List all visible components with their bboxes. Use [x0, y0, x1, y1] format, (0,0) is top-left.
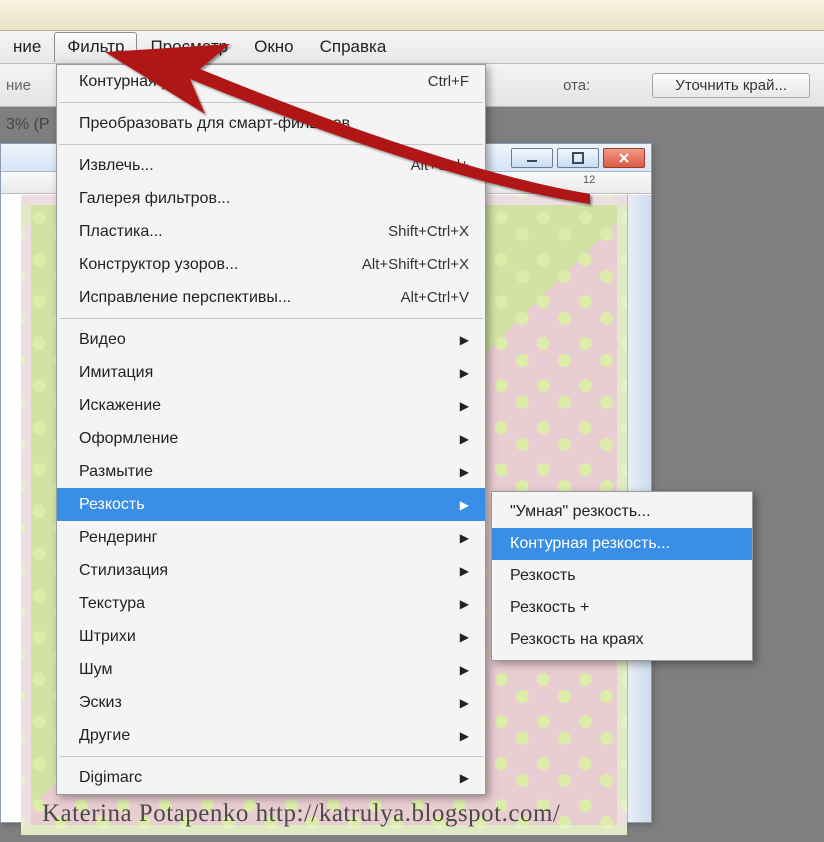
close-icon [618, 152, 630, 164]
menu-label: Digimarc [79, 769, 142, 787]
submenu-arrow-icon: ▶ [460, 465, 469, 479]
menu-shortcut: Shift+Ctrl+X [388, 223, 469, 240]
menu-item-other[interactable]: Другие ▶ [57, 719, 485, 752]
menu-label: Видео [79, 331, 126, 349]
minimize-button[interactable] [511, 148, 553, 168]
menu-item-blur[interactable]: Размытие ▶ [57, 455, 485, 488]
submenu-arrow-icon: ▶ [460, 333, 469, 347]
submenu-arrow-icon: ▶ [460, 696, 469, 710]
menu-item-sharpen[interactable]: Резкость ▶ [57, 488, 485, 521]
menu-label: Искажение [79, 397, 161, 415]
menu-item-liquify[interactable]: Пластика... Shift+Ctrl+X [57, 215, 485, 248]
menu-label: Исправление перспективы... [79, 289, 291, 307]
menu-item-digimarc[interactable]: Digimarc ▶ [57, 761, 485, 794]
menu-shortcut: Ctrl+F [428, 73, 469, 90]
menu-shortcut: Alt+Ctrl+V [401, 289, 469, 306]
submenu-arrow-icon: ▶ [460, 630, 469, 644]
menu-label: Текстура [79, 595, 145, 613]
menu-label: Шум [79, 661, 112, 679]
menu-item-artistic[interactable]: Имитация ▶ [57, 356, 485, 389]
menu-item-stylize[interactable]: Стилизация ▶ [57, 554, 485, 587]
menu-shortcut: Alt+Shift+Ctrl+X [362, 256, 469, 273]
menu-item-distort[interactable]: Искажение ▶ [57, 389, 485, 422]
menu-label: Преобразовать для смарт-фильтров [79, 115, 350, 133]
menu-item-noise[interactable]: Шум ▶ [57, 653, 485, 686]
close-button[interactable] [603, 148, 645, 168]
menu-item-view[interactable]: Просмотр [137, 32, 241, 62]
submenu-arrow-icon: ▶ [460, 771, 469, 785]
options-truncated-text: ние [6, 77, 31, 94]
menu-label: Галерея фильтров... [79, 190, 230, 208]
menu-item-vanishing-point[interactable]: Исправление перспективы... Alt+Ctrl+V [57, 281, 485, 314]
submenu-arrow-icon: ▶ [460, 432, 469, 446]
submenu-item-sharpen-edges[interactable]: Резкость на краях [492, 624, 752, 656]
menu-label: Резкость + [510, 599, 589, 617]
menu-item-texture[interactable]: Текстура ▶ [57, 587, 485, 620]
main-menu-bar: ние Фильтр Просмотр Окно Справка [0, 31, 824, 64]
menu-label: Извлечь... [79, 157, 154, 175]
menu-item-render[interactable]: Рендеринг ▶ [57, 521, 485, 554]
menu-item-pattern-maker[interactable]: Конструктор узоров... Alt+Shift+Ctrl+X [57, 248, 485, 281]
menu-item-filter-gallery[interactable]: Галерея фильтров... [57, 182, 485, 215]
submenu-item-unsharp-mask[interactable]: Контурная резкость... [492, 528, 752, 560]
submenu-arrow-icon: ▶ [460, 729, 469, 743]
menu-item-brush-strokes[interactable]: Штрихи ▶ [57, 620, 485, 653]
submenu-arrow-icon: ▶ [460, 498, 469, 512]
menu-label: Размытие [79, 463, 153, 481]
submenu-arrow-icon: ▶ [460, 597, 469, 611]
menu-label: Конструктор узоров... [79, 256, 238, 274]
maximize-button[interactable] [557, 148, 599, 168]
menu-label: Эскиз [79, 694, 122, 712]
menu-label: Резкость [510, 567, 576, 585]
filter-menu-dropdown: Контурная ре Ctrl+F Преобразовать для см… [56, 64, 486, 795]
menu-label: "Умная" резкость... [510, 503, 651, 521]
menu-label: Имитация [79, 364, 153, 382]
menu-item-video[interactable]: Видео ▶ [57, 323, 485, 356]
menu-label: Оформление [79, 430, 178, 448]
submenu-item-sharpen[interactable]: Резкость [492, 560, 752, 592]
menu-label: Резкость [79, 496, 145, 514]
menu-label: Пластика... [79, 223, 163, 241]
menu-label: Другие [79, 727, 130, 745]
ruler-tick-12: 12 [583, 174, 595, 186]
menu-item-extract[interactable]: Извлечь... Alt+Ctrl+ [57, 149, 485, 182]
submenu-arrow-icon: ▶ [460, 399, 469, 413]
submenu-arrow-icon: ▶ [460, 366, 469, 380]
window-chrome-top [0, 0, 824, 31]
menu-label: Контурная резкость... [510, 535, 670, 553]
window-controls [511, 148, 645, 168]
menu-item-window[interactable]: Окно [241, 32, 307, 62]
menu-label: Резкость на краях [510, 631, 644, 649]
refine-edge-button[interactable]: Уточнить край... [652, 73, 810, 98]
submenu-item-sharpen-more[interactable]: Резкость + [492, 592, 752, 624]
menu-item-convert-smart[interactable]: Преобразовать для смарт-фильтров [57, 107, 485, 140]
watermark-text: Katerina Potapenko http://katrulya.blogs… [42, 800, 560, 828]
submenu-arrow-icon: ▶ [460, 531, 469, 545]
menu-item-last-filter[interactable]: Контурная ре Ctrl+F [57, 65, 485, 98]
menu-item-sketch[interactable]: Эскиз ▶ [57, 686, 485, 719]
menu-label: Стилизация [79, 562, 168, 580]
submenu-arrow-icon: ▶ [460, 564, 469, 578]
menu-item-filter[interactable]: Фильтр [54, 32, 137, 62]
menu-item-pixelate[interactable]: Оформление ▶ [57, 422, 485, 455]
maximize-icon [572, 152, 584, 164]
document-status-text: 3% (P [0, 108, 50, 142]
menu-label: Штрихи [79, 628, 136, 646]
submenu-arrow-icon: ▶ [460, 663, 469, 677]
menu-label: Рендеринг [79, 529, 157, 547]
sharpen-submenu: "Умная" резкость... Контурная резкость..… [491, 491, 753, 661]
submenu-item-smart-sharpen[interactable]: "Умная" резкость... [492, 496, 752, 528]
menu-item-truncated[interactable]: ние [0, 32, 54, 62]
menu-shortcut: Alt+Ctrl+ [411, 157, 469, 174]
menu-item-help[interactable]: Справка [307, 32, 400, 62]
height-label: ота: [563, 77, 590, 94]
minimize-icon [526, 152, 538, 164]
menu-label: Контурная ре [79, 73, 179, 91]
